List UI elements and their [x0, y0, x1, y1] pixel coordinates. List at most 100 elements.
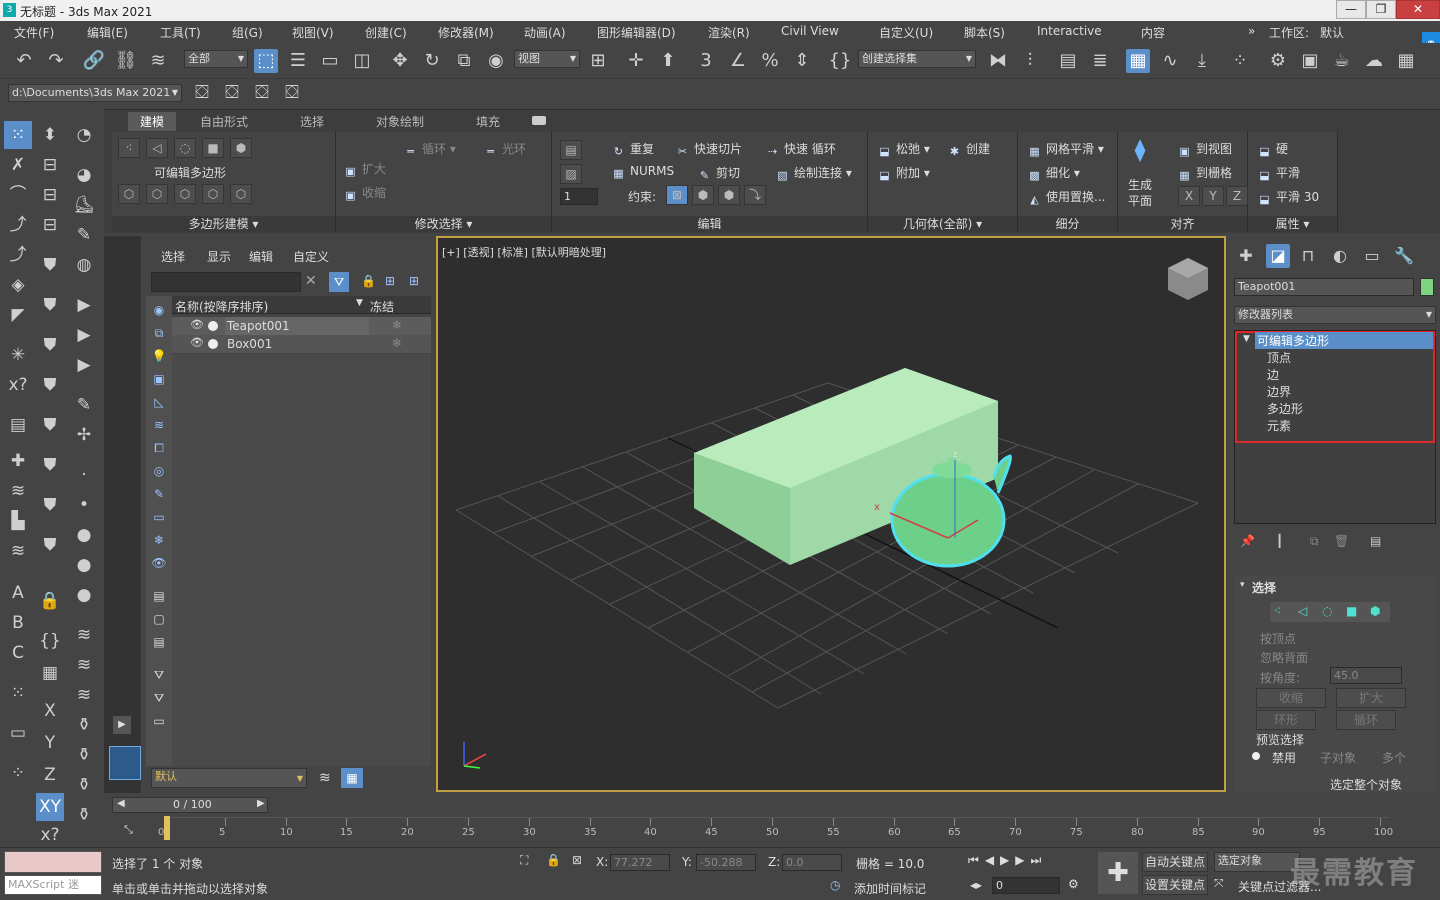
filter-spacewarp-icon[interactable]: ≋ — [148, 415, 170, 435]
tool-14-icon[interactable]: ≋ — [4, 537, 32, 565]
generate-plane-icon[interactable]: ⧫ — [1126, 138, 1154, 168]
text-b-icon[interactable]: B — [4, 609, 32, 637]
go-to-start-icon[interactable]: ⏮ — [968, 853, 985, 867]
tool-col2-5-icon[interactable]: ⛊ — [36, 251, 64, 279]
axis-xy-icon[interactable]: XY — [36, 793, 64, 821]
filter-none-icon[interactable]: ▢ — [148, 609, 170, 629]
utilities-tab-icon[interactable]: 🔧 — [1392, 244, 1416, 268]
setkey-button[interactable]: 设置关键点 — [1142, 875, 1208, 895]
configure-sets-icon[interactable]: ▤ — [1370, 534, 1381, 548]
tool-col2-6-icon[interactable]: ⛊ — [36, 291, 64, 319]
align-z-button[interactable]: Z — [1226, 186, 1248, 206]
menu-content[interactable]: 内容 — [1141, 24, 1165, 41]
menu-edit[interactable]: 编辑(E) — [87, 24, 128, 41]
disabled-radio-icon[interactable] — [1252, 752, 1260, 760]
layers-icon[interactable]: ≋ — [319, 770, 331, 786]
stack-item-editable-poly[interactable]: 可编辑多边形 — [1255, 332, 1433, 349]
render-dot-icon[interactable] — [208, 321, 218, 331]
poly-tool-2-icon[interactable]: ⬡ — [146, 184, 168, 204]
project-path-dropdown[interactable]: d:\Documents\3ds Max 2021 ▼ — [8, 84, 182, 102]
stack-2-icon[interactable]: ≋ — [70, 651, 98, 679]
project-settings-icon[interactable]: ⛋ — [280, 81, 304, 105]
stack-item-border[interactable]: 边界 — [1267, 383, 1291, 400]
autokey-button[interactable]: 自动关键点 — [1142, 852, 1208, 872]
modify-tab-icon[interactable]: ◪ — [1266, 244, 1290, 268]
stack-item-element[interactable]: 元素 — [1267, 417, 1291, 434]
dots-a-icon[interactable]: ⁙ — [4, 679, 32, 707]
filter-hidden-icon[interactable]: 👁 — [148, 553, 170, 573]
tool-5-icon[interactable]: ⤴ — [4, 241, 32, 269]
stack-7-icon[interactable]: ⚱ — [70, 801, 98, 829]
freeze-icon[interactable]: ❄ — [392, 336, 402, 350]
dot-small-icon[interactable]: · — [70, 461, 98, 489]
tool-col3-10-icon[interactable]: ✢ — [70, 421, 98, 449]
tool-col2-8-icon[interactable]: ⛊ — [36, 371, 64, 399]
repeat-button[interactable]: ↻ 重复 — [612, 140, 654, 158]
spinner-snap-icon[interactable]: ⇕ — [790, 49, 814, 73]
tool-col3-1-icon[interactable]: ◔ — [70, 121, 98, 149]
lasso-icon[interactable]: ⌒ — [4, 181, 32, 209]
select-tool-icon[interactable]: ⁙ — [4, 121, 32, 149]
prev-frame-icon[interactable]: ◀ — [985, 853, 1000, 867]
filter-display-icon[interactable]: ▭ — [148, 711, 170, 731]
subobject-radio-label[interactable]: 子对象 — [1320, 749, 1356, 766]
stack-5-icon[interactable]: ⚱ — [70, 741, 98, 769]
maxscript-listener[interactable] — [4, 851, 102, 873]
current-time-marker[interactable] — [164, 816, 170, 840]
hard-button[interactable]: ⬓ 硬 — [1258, 140, 1288, 158]
clear-search-icon[interactable]: ✕ — [305, 273, 317, 289]
display-tab-icon[interactable]: ▭ — [1360, 244, 1384, 268]
scene-row[interactable]: 👁 Box001 ❄ — [172, 335, 431, 353]
element-mode-icon[interactable]: ⬢ — [230, 138, 252, 158]
key-target-dropdown[interactable]: 选定对象 — [1214, 852, 1300, 872]
edge-subobj-icon[interactable]: ◁ — [1298, 604, 1307, 618]
loop-button[interactable]: 循环 — [1336, 710, 1396, 730]
border-subobj-icon[interactable]: ◌ — [1322, 604, 1332, 618]
tool-col2-15-icon[interactable]: ▦ — [36, 659, 64, 687]
multiple-radio-label[interactable]: 多个 — [1382, 749, 1406, 766]
element-subobj-icon[interactable]: ⬢ — [1370, 604, 1380, 618]
y-coord-field[interactable]: -50.288 — [696, 854, 756, 871]
tool-col3-7-icon[interactable]: ▶ — [70, 321, 98, 349]
ribbon-tab-modeling[interactable]: 建模 — [128, 112, 177, 131]
viewport-layout-icon[interactable] — [109, 746, 141, 780]
show-end-result-icon[interactable]: ┃ — [1276, 534, 1283, 548]
circle-3-icon[interactable]: ● — [70, 581, 98, 609]
expand-menu-icon[interactable]: » — [1248, 24, 1255, 38]
toview-button[interactable]: ▣ 到视图 — [1178, 140, 1232, 158]
move-icon[interactable]: ✥ — [388, 49, 412, 73]
shrink-button[interactable]: ▣ 收缩 — [344, 184, 386, 202]
select-by-name-icon[interactable]: ☰ — [286, 49, 310, 73]
filter-container-icon[interactable]: ▭ — [148, 507, 170, 527]
dots-icon[interactable]: ⁘ — [4, 759, 32, 787]
scene-row[interactable]: 👁 Teapot001 ❄ — [172, 317, 431, 335]
play-icon[interactable]: ▶ — [1000, 853, 1015, 867]
selection-set-dropdown[interactable]: 创建选择集 ▼ — [858, 50, 976, 68]
tool-4-icon[interactable]: ⤴ — [4, 211, 32, 239]
disabled-radio-label[interactable]: 禁用 — [1272, 749, 1296, 766]
filter-group-icon[interactable]: ⧠ — [148, 438, 170, 458]
time-slider-prev-icon[interactable]: ◀ — [117, 798, 125, 809]
grid-icon[interactable]: ▦ — [1394, 49, 1418, 73]
smooth30-button[interactable]: ⬓ 平滑 30 — [1258, 188, 1319, 206]
selection-filter-dropdown[interactable]: 全部 ▼ — [184, 50, 248, 68]
filter-funnel-1-icon[interactable]: ⛛ — [148, 665, 170, 685]
paintconnect-button[interactable]: ▧ 绘制连接 ▾ — [776, 164, 852, 182]
border-mode-icon[interactable]: ◌ — [174, 138, 196, 158]
explorer-search-input[interactable] — [151, 272, 301, 292]
filter-frozen-icon[interactable]: ❄ — [148, 530, 170, 550]
tool-col2-3-icon[interactable]: ⊟ — [36, 181, 64, 209]
section-footer[interactable]: 几何体(全部) ▾ — [868, 216, 1017, 232]
hierarchy-tab-icon[interactable]: ⊓ — [1296, 244, 1320, 268]
maxscript-mini-input[interactable]: MAXScript 迷 — [4, 875, 102, 895]
edit-tool-2-icon[interactable]: ▨ — [560, 164, 582, 184]
render-dot-icon[interactable] — [208, 339, 218, 349]
text-c-icon[interactable]: C — [4, 639, 32, 667]
lock-icon[interactable]: 🔒 — [36, 587, 64, 615]
ribbon-tab-selection[interactable]: 选择 — [300, 113, 324, 130]
constraint-face-icon[interactable]: ⬢ — [718, 185, 740, 205]
render-cloud-icon[interactable]: ☁ — [1362, 49, 1386, 73]
tool-col2-10-icon[interactable]: ⛊ — [36, 451, 64, 479]
quickslice-button[interactable]: ✂ 快速切片 — [676, 140, 742, 158]
axis-z-icon[interactable]: Z — [36, 761, 64, 789]
